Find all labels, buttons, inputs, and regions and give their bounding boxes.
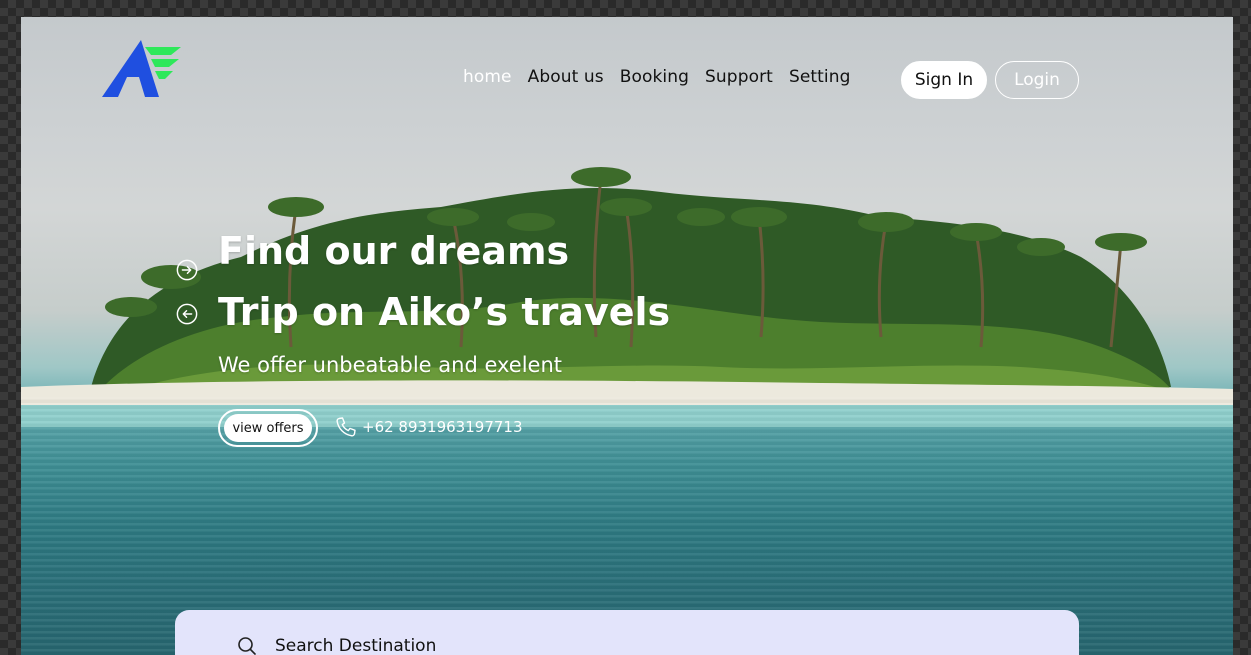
search-destination-field[interactable]: Search Destination (237, 636, 436, 655)
main-nav: home About us Booking Support Setting (463, 67, 867, 87)
phone-number: +62 8931963197713 (362, 418, 523, 436)
hero-title-line-1: Find our dreams (218, 229, 570, 273)
hero-subtitle: We offer unbeatable and exelent (218, 353, 563, 377)
search-icon (238, 637, 256, 655)
view-offers-button[interactable]: view offers (218, 409, 318, 447)
arrow-right-circle-icon[interactable] (176, 259, 198, 281)
hero-frame: home About us Booking Support Setting Si… (21, 17, 1233, 655)
nav-item-booking[interactable]: Booking (620, 67, 689, 87)
nav-item-support[interactable]: Support (705, 67, 773, 87)
search-panel: Search Destination (175, 610, 1079, 655)
sign-in-button[interactable]: Sign In (901, 61, 987, 99)
view-offers-label: view offers (224, 414, 312, 442)
nav-item-setting[interactable]: Setting (789, 67, 851, 87)
phone-icon (336, 417, 356, 437)
arrow-left-circle-icon[interactable] (176, 303, 198, 325)
phone-contact[interactable]: +62 8931963197713 (334, 415, 523, 439)
aiko-logo[interactable] (101, 39, 183, 99)
nav-item-about-us[interactable]: About us (528, 67, 604, 87)
hero-title-line-2: Trip on Aiko’s travels (218, 290, 671, 334)
nav-item-home[interactable]: home (463, 67, 512, 87)
login-button[interactable]: Login (995, 61, 1079, 99)
search-destination-label: Search Destination (275, 636, 437, 655)
